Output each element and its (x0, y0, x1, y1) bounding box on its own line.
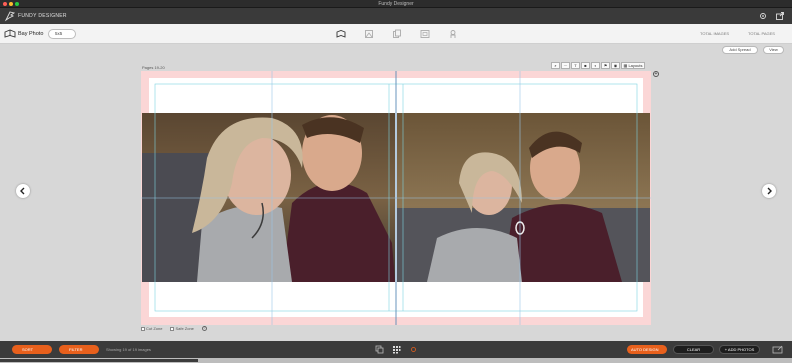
album-bar: Bay Photo 5x5 TOTAL IMAGES TOTAL PAGES (0, 24, 792, 44)
previous-spread-button[interactable] (16, 184, 30, 198)
safe-zone-label: Safe Zone (175, 326, 194, 331)
album-design-icon (4, 29, 16, 38)
chevron-left-icon (20, 187, 25, 195)
grid-view-icon[interactable] (392, 345, 401, 354)
view-button[interactable]: View (763, 46, 784, 54)
album-name: Bay Photo (18, 31, 44, 37)
sun-icon[interactable] (409, 345, 418, 354)
filter-button[interactable]: FILTER (59, 345, 99, 354)
settings-icon[interactable] (758, 11, 768, 21)
add-photos-label: + ADD PHOTOS (724, 347, 755, 352)
more-options-icon[interactable]: ⋯ (561, 62, 570, 69)
stack-view-icon[interactable] (375, 345, 384, 354)
total-images-label: TOTAL IMAGES (700, 31, 730, 36)
layouts-label: Layouts (628, 63, 643, 68)
design-guides (141, 71, 651, 325)
album-size-selector[interactable]: 5x5 (48, 29, 76, 39)
chevron-right-icon (767, 187, 772, 195)
safe-zone-toggle[interactable]: Safe Zone (170, 326, 194, 331)
add-text-button[interactable]: T (571, 62, 580, 69)
spread-pages-label: Pages 19-20 (142, 65, 165, 70)
album-size-value: 5x5 (55, 31, 63, 36)
auto-design-button[interactable]: AUTO DESIGN (627, 345, 667, 354)
zoom-icon[interactable]: ⌕ (551, 62, 560, 69)
bottom-toolbar: SORT FILTER Showing 19 of 19 images AUTO… (0, 341, 792, 358)
app-brand: FUNDY DESIGNER (18, 13, 67, 19)
app-header: FUNDY DESIGNER (0, 8, 792, 24)
next-spread-button[interactable] (762, 184, 776, 198)
fundy-logo-icon (4, 11, 16, 22)
image-count-status: Showing 19 of 19 images (106, 347, 151, 352)
window-title: Fundy Designer (378, 1, 414, 7)
layouts-grid-icon: ▦ (623, 63, 628, 68)
cut-zone-toggle[interactable]: Cut Zone (141, 326, 162, 331)
auto-design-label: AUTO DESIGN (631, 347, 659, 352)
sort-label: SORT (22, 347, 34, 352)
cards-mode-icon[interactable] (392, 29, 402, 39)
safe-zone-checkbox[interactable] (170, 326, 175, 331)
filter-label: FILTER (69, 347, 83, 352)
zone-toggles: Cut Zone Safe Zone ? (141, 326, 207, 331)
cut-zone-checkbox[interactable] (141, 326, 145, 331)
blog-mode-icon[interactable] (448, 29, 458, 39)
scrollbar-thumb[interactable] (0, 359, 198, 362)
proofing-mode-icon[interactable] (420, 29, 430, 39)
wall-art-mode-icon[interactable] (364, 29, 374, 39)
spread-toolbar: ⌕ ⋯ T ■ ◐ ⚑ ◉ ▦ Layouts (551, 62, 645, 69)
album-spread[interactable] (141, 71, 651, 325)
cut-zone-label: Cut Zone (146, 326, 163, 331)
color-icon[interactable]: ◐ (591, 62, 600, 69)
add-spread-button[interactable]: Add Spread (722, 46, 758, 54)
import-photos-icon[interactable] (772, 345, 784, 354)
add-photos-button[interactable]: + ADD PHOTOS (719, 345, 760, 354)
clear-label: CLEAR (686, 347, 701, 352)
flag-icon[interactable]: ⚑ (601, 62, 610, 69)
clear-button[interactable]: CLEAR (673, 345, 714, 354)
total-pages-label: TOTAL PAGES (748, 31, 775, 36)
export-icon[interactable] (775, 11, 785, 21)
eye-icon[interactable]: ◉ (611, 62, 620, 69)
sort-button[interactable]: SORT (12, 345, 52, 354)
window-titlebar: Fundy Designer (0, 0, 792, 8)
shape-icon[interactable]: ■ (581, 62, 590, 69)
add-page-icon[interactable]: + (653, 71, 659, 77)
filmstrip-scrollbar[interactable] (0, 358, 792, 363)
layouts-button[interactable]: ▦ Layouts (621, 62, 645, 69)
album-mode-icon[interactable] (336, 29, 346, 39)
help-icon[interactable]: ? (201, 326, 207, 331)
